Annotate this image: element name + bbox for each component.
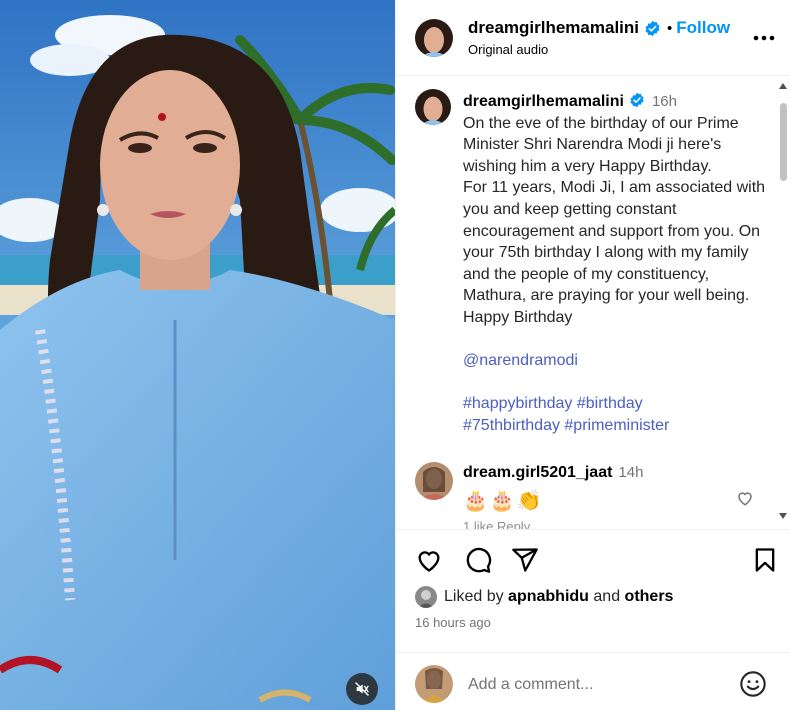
follow-button[interactable]: Follow: [676, 18, 730, 38]
liker-username[interactable]: apnabhidu: [508, 588, 589, 606]
scroll-up-arrow[interactable]: [779, 83, 787, 89]
post-header: dreamgirlhemamalini • Follow Original au…: [396, 0, 790, 76]
author-avatar[interactable]: [415, 19, 453, 57]
comments-scrollbar[interactable]: [777, 77, 789, 529]
muted-audio-icon: [355, 682, 369, 696]
verified-badge-icon: [644, 20, 661, 37]
scroll-thumb[interactable]: [780, 103, 787, 181]
share-icon: [512, 548, 538, 572]
comment-timestamp[interactable]: 14h: [618, 464, 643, 481]
comment-button[interactable]: [464, 546, 492, 574]
comment-input[interactable]: [468, 675, 718, 695]
liked-by-and: and: [593, 588, 621, 605]
comment-like-button[interactable]: [736, 489, 754, 507]
audio-label[interactable]: Original audio: [468, 42, 548, 57]
more-options-button[interactable]: [752, 26, 776, 50]
liker-avatar[interactable]: [415, 586, 437, 608]
caption-author-avatar[interactable]: [415, 89, 451, 125]
post-video[interactable]: [0, 0, 395, 710]
caption-username[interactable]: dreamgirlhemamalini: [463, 93, 624, 110]
liked-by-summary: Liked by apnabhidu and others: [415, 586, 673, 608]
heart-icon: [738, 492, 752, 506]
comment-text: 🎂🎂👏: [463, 490, 544, 512]
current-user-avatar: [415, 665, 453, 703]
liked-by-prefix: Liked by: [444, 588, 504, 605]
hashtags-line-2[interactable]: #75thbirthday #primeminister: [463, 415, 768, 437]
scroll-down-arrow[interactable]: [779, 513, 787, 519]
comment-icon: [466, 547, 492, 573]
heart-icon: [418, 551, 440, 572]
commenter-username[interactable]: dream.girl5201_jaat: [463, 464, 612, 481]
bookmark-icon: [755, 548, 775, 572]
add-comment-bar: [396, 652, 790, 710]
comment-item: dream.girl5201_jaat 14h 🎂🎂👏: [463, 464, 643, 513]
more-options-icon: [753, 35, 775, 41]
comments-section[interactable]: dreamgirlhemamalini 16h On the eve of the…: [396, 77, 790, 529]
comment-meta-partial[interactable]: 1 like Reply: [463, 519, 530, 529]
separator-dot: •: [667, 19, 673, 37]
likes-others-link[interactable]: others: [625, 588, 674, 606]
verified-badge-icon: [629, 92, 646, 109]
caption-text: On the eve of the birthday of our Prime …: [463, 114, 766, 326]
caption-timestamp[interactable]: 16h: [652, 93, 677, 110]
hashtags-line-1[interactable]: #happybirthday #birthday: [463, 393, 768, 415]
save-button[interactable]: [751, 546, 779, 574]
share-button[interactable]: [511, 546, 539, 574]
mute-toggle-button[interactable]: [346, 673, 378, 705]
emoji-picker-button[interactable]: [739, 670, 767, 698]
video-frame: [0, 0, 395, 710]
author-username[interactable]: dreamgirlhemamalini: [468, 18, 639, 38]
mention-link[interactable]: @narendramodi: [463, 350, 768, 372]
commenter-avatar[interactable]: [415, 462, 453, 500]
post-caption: dreamgirlhemamalini 16h On the eve of the…: [463, 91, 768, 437]
post-details-panel: dreamgirlhemamalini • Follow Original au…: [395, 0, 790, 710]
emoji-icon: [740, 671, 766, 697]
like-button[interactable]: [415, 546, 443, 574]
post-timestamp[interactable]: 16 hours ago: [415, 615, 491, 630]
